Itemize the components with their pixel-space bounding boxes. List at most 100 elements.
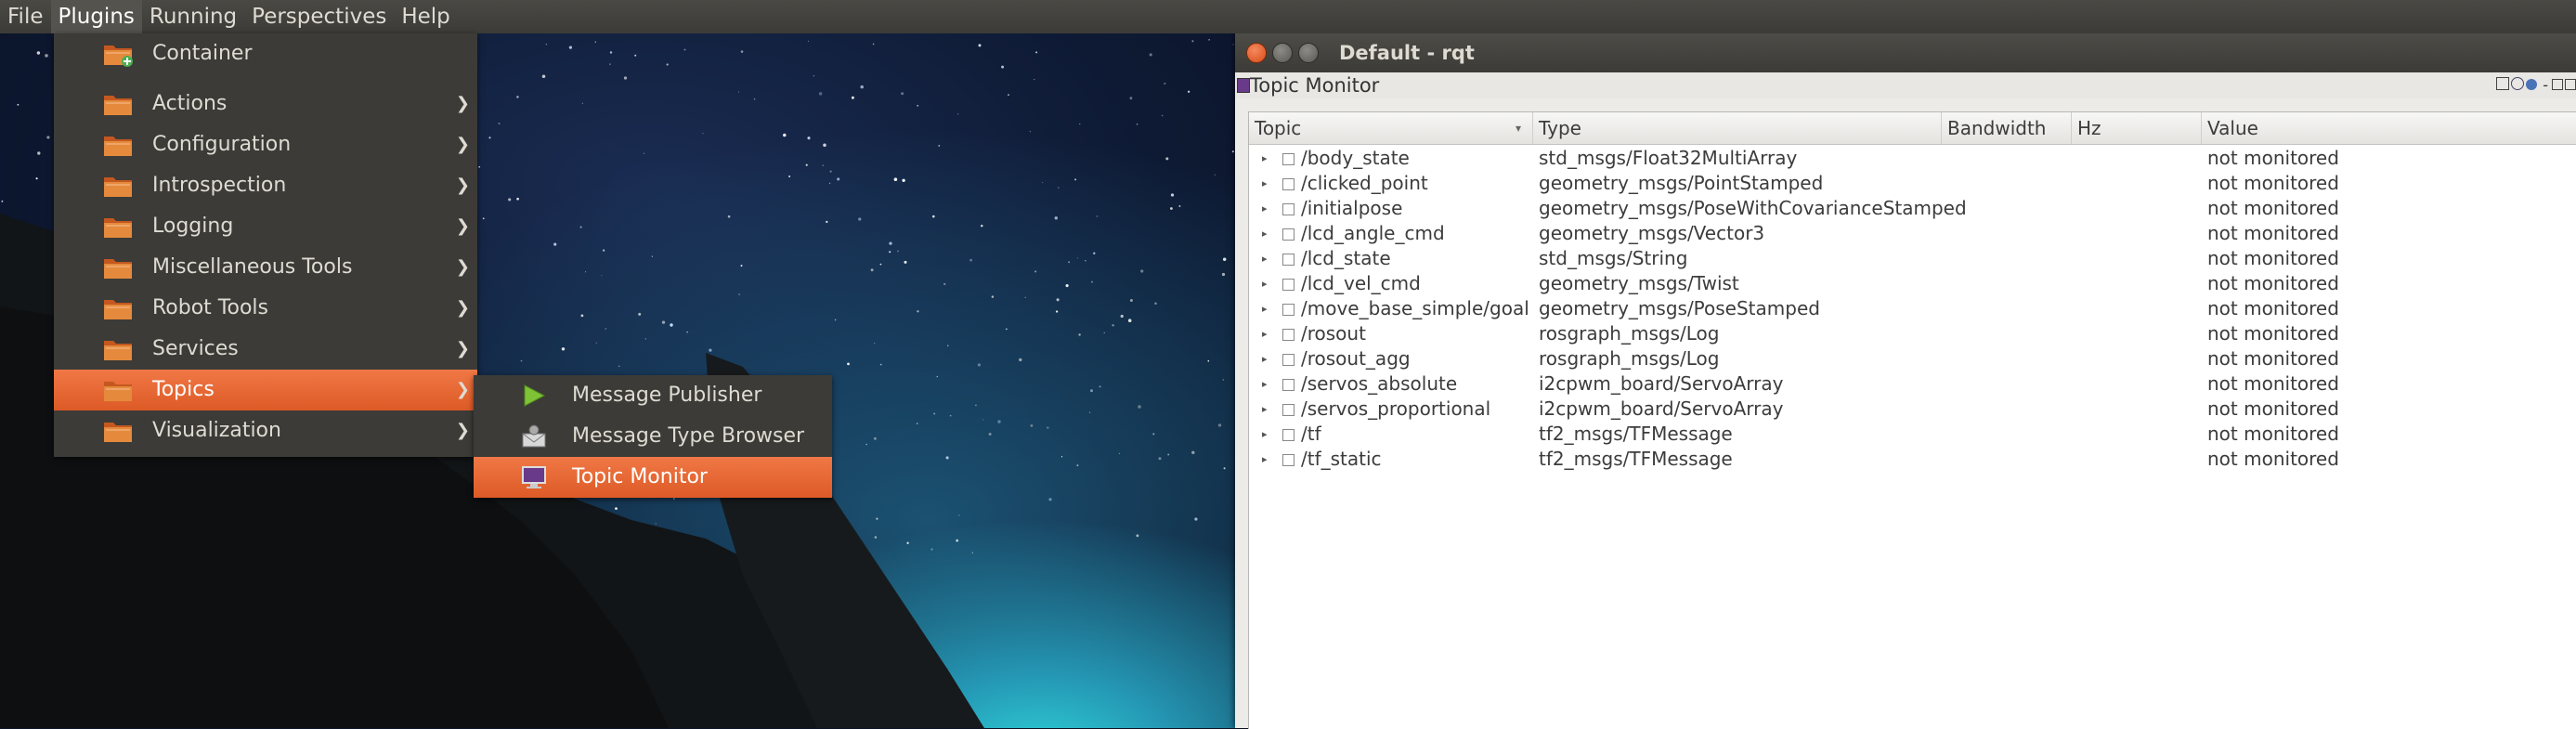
reload-icon[interactable] bbox=[2511, 77, 2525, 90]
monitor-checkbox[interactable] bbox=[1282, 203, 1295, 215]
topic-value: not monitored bbox=[2207, 372, 2339, 395]
table-row[interactable]: ▸/rosout rosgraph_msgs/Log not monitored bbox=[1249, 321, 2576, 346]
menubar-help[interactable]: Help bbox=[394, 0, 457, 33]
menu-item-label: Services bbox=[152, 337, 239, 360]
menu-item-topics[interactable]: Topics ❯ bbox=[54, 370, 477, 410]
column-header-value[interactable]: Value bbox=[2202, 112, 2576, 144]
folder-add-icon bbox=[102, 41, 134, 67]
topic-type: geometry_msgs/Twist bbox=[1539, 272, 1739, 294]
monitor-checkbox[interactable] bbox=[1282, 329, 1295, 341]
play-icon bbox=[520, 383, 548, 409]
menubar-file[interactable]: File bbox=[0, 0, 51, 33]
monitor-checkbox[interactable] bbox=[1282, 279, 1295, 291]
monitor-checkbox[interactable] bbox=[1282, 404, 1295, 416]
submenu-item-topic-monitor[interactable]: Topic Monitor bbox=[474, 457, 832, 498]
expand-arrow-icon[interactable]: ▸ bbox=[1262, 371, 1268, 397]
monitor-checkbox[interactable] bbox=[1282, 304, 1295, 316]
topic-tree-view[interactable]: Topic ▾ Type Bandwidth Hz Value ▸/body_s… bbox=[1248, 111, 2576, 729]
monitor-checkbox[interactable] bbox=[1282, 228, 1295, 241]
table-row[interactable]: ▸/move_base_simple/goal geometry_msgs/Pos… bbox=[1249, 296, 2576, 321]
table-row[interactable]: ▸/body_state std_msgs/Float32MultiArray no… bbox=[1249, 146, 2576, 171]
menubar-running[interactable]: Running bbox=[142, 0, 244, 33]
monitor-checkbox[interactable] bbox=[1282, 454, 1295, 466]
table-row[interactable]: ▸/initialpose geometry_msgs/PoseWithCovar… bbox=[1249, 196, 2576, 221]
expand-arrow-icon[interactable]: ▸ bbox=[1262, 221, 1268, 246]
chevron-right-icon: ❯ bbox=[455, 94, 470, 113]
menubar-plugins[interactable]: Plugins bbox=[50, 0, 142, 33]
monitor-icon bbox=[520, 464, 548, 490]
table-row[interactable]: ▸/rosout_agg rosgraph_msgs/Log not monitor… bbox=[1249, 346, 2576, 371]
table-row[interactable]: ▸/lcd_vel_cmd geometry_msgs/Twist not moni… bbox=[1249, 271, 2576, 296]
window-title: Default - rqt bbox=[1339, 42, 1475, 64]
topics-submenu: Message Publisher Message Type Browser Top… bbox=[474, 375, 832, 498]
help-icon[interactable] bbox=[2496, 77, 2510, 90]
table-row[interactable]: ▸/servos_proportional i2cpwm_board/ServoA… bbox=[1249, 397, 2576, 422]
table-row[interactable]: ▸/lcd_state std_msgs/String not monitored bbox=[1249, 246, 2576, 271]
menu-item-logging[interactable]: Logging ❯ bbox=[54, 206, 477, 247]
column-header-bandwidth[interactable]: Bandwidth bbox=[1942, 112, 2072, 144]
menu-item-label: Robot Tools bbox=[152, 296, 268, 319]
chevron-right-icon: ❯ bbox=[455, 298, 470, 318]
menu-item-actions[interactable]: Actions ❯ bbox=[54, 84, 477, 124]
submenu-item-message-publisher[interactable]: Message Publisher bbox=[474, 375, 832, 416]
chevron-right-icon: ❯ bbox=[455, 216, 470, 236]
topic-value: not monitored bbox=[2207, 347, 2339, 370]
app-menubar: File Plugins Running Perspectives Help bbox=[0, 0, 2576, 33]
expand-arrow-icon[interactable]: ▸ bbox=[1262, 422, 1268, 447]
menu-item-label: Topics bbox=[152, 378, 215, 401]
topic-value: not monitored bbox=[2207, 247, 2339, 269]
window-maximize-button[interactable] bbox=[1298, 43, 1319, 63]
folder-icon bbox=[102, 254, 134, 280]
window-titlebar: Default - rqt bbox=[1235, 33, 2576, 72]
menu-item-visualization[interactable]: Visualization ❯ bbox=[54, 410, 477, 451]
menu-item-miscellaneous-tools[interactable]: Miscellaneous Tools ❯ bbox=[54, 247, 477, 288]
expand-arrow-icon[interactable]: ▸ bbox=[1262, 397, 1268, 422]
column-header-topic[interactable]: Topic ▾ bbox=[1249, 112, 1533, 144]
monitor-checkbox[interactable] bbox=[1282, 254, 1295, 266]
minimize-plugin-icon[interactable]: - bbox=[2543, 76, 2548, 94]
table-row[interactable]: ▸/lcd_angle_cmd geometry_msgs/Vector3 not … bbox=[1249, 221, 2576, 246]
rqt-window: Default - rqt Topic Monitor - Topic ▾ Ty… bbox=[1235, 33, 2576, 729]
monitor-checkbox[interactable] bbox=[1282, 153, 1295, 165]
topic-value: not monitored bbox=[2207, 297, 2339, 319]
column-header-hz[interactable]: Hz bbox=[2072, 112, 2202, 144]
menu-item-configuration[interactable]: Configuration ❯ bbox=[54, 124, 477, 165]
menu-item-container[interactable]: Container bbox=[54, 33, 477, 74]
expand-arrow-icon[interactable]: ▸ bbox=[1262, 196, 1268, 221]
close-plugin-icon[interactable] bbox=[2565, 79, 2576, 90]
plugin-toolbar[interactable]: - bbox=[2496, 72, 2576, 98]
window-close-button[interactable] bbox=[1246, 43, 1267, 63]
menu-item-services[interactable]: Services ❯ bbox=[54, 329, 477, 370]
menubar-perspectives[interactable]: Perspectives bbox=[244, 0, 394, 33]
expand-arrow-icon[interactable]: ▸ bbox=[1262, 296, 1268, 321]
expand-arrow-icon[interactable]: ▸ bbox=[1262, 321, 1268, 346]
column-header-type[interactable]: Type bbox=[1533, 112, 1942, 144]
expand-arrow-icon[interactable]: ▸ bbox=[1262, 171, 1268, 196]
topic-type: rosgraph_msgs/Log bbox=[1539, 322, 1720, 345]
folder-icon bbox=[102, 91, 134, 117]
monitor-checkbox[interactable] bbox=[1282, 379, 1295, 391]
expand-arrow-icon[interactable]: ▸ bbox=[1262, 146, 1268, 171]
window-minimize-button[interactable] bbox=[1272, 43, 1293, 63]
monitor-checkbox[interactable] bbox=[1282, 354, 1295, 366]
menu-item-label: Visualization bbox=[152, 419, 281, 442]
folder-icon bbox=[102, 214, 134, 240]
table-row[interactable]: ▸/tf tf2_msgs/TFMessage not monitored bbox=[1249, 422, 2576, 447]
expand-arrow-icon[interactable]: ▸ bbox=[1262, 447, 1268, 472]
menu-item-introspection[interactable]: Introspection ❯ bbox=[54, 165, 477, 206]
question-icon[interactable] bbox=[2526, 79, 2538, 90]
expand-arrow-icon[interactable]: ▸ bbox=[1262, 346, 1268, 371]
monitor-checkbox[interactable] bbox=[1282, 178, 1295, 190]
monitor-checkbox[interactable] bbox=[1282, 429, 1295, 441]
menu-item-robot-tools[interactable]: Robot Tools ❯ bbox=[54, 288, 477, 329]
table-header: Topic ▾ Type Bandwidth Hz Value bbox=[1249, 112, 2576, 145]
topic-type: std_msgs/Float32MultiArray bbox=[1539, 147, 1798, 169]
expand-arrow-icon[interactable]: ▸ bbox=[1262, 271, 1268, 296]
submenu-item-message-type-browser[interactable]: Message Type Browser bbox=[474, 416, 832, 457]
float-plugin-icon[interactable] bbox=[2552, 79, 2563, 90]
table-row[interactable]: ▸/tf_static tf2_msgs/TFMessage not monitor… bbox=[1249, 447, 2576, 472]
expand-arrow-icon[interactable]: ▸ bbox=[1262, 246, 1268, 271]
table-row[interactable]: ▸/servos_absolute i2cpwm_board/ServoArray… bbox=[1249, 371, 2576, 397]
table-row[interactable]: ▸/clicked_point geometry_msgs/PointStampe… bbox=[1249, 171, 2576, 196]
sort-indicator-icon: ▾ bbox=[1515, 122, 1521, 135]
